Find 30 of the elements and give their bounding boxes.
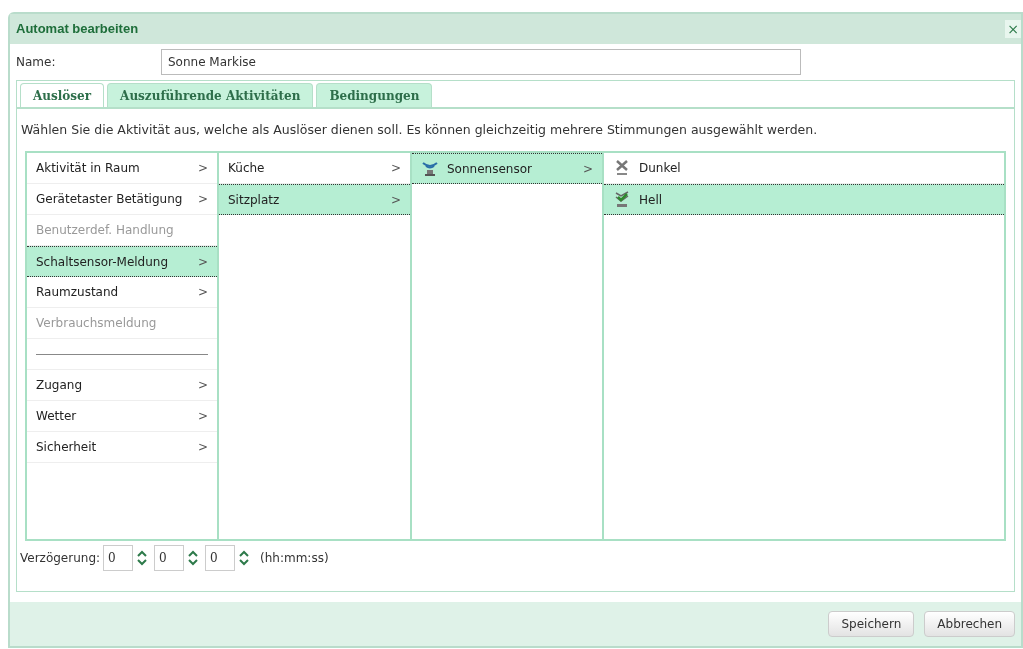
list-item[interactable]: Sitzplatz > [219,184,410,215]
sensor-icon [421,159,439,178]
list-item[interactable]: Sonnensensor > [412,153,602,184]
spinner-arrows-icon[interactable] [135,548,150,568]
instruction-text: Wählen Sie die Aktivität aus, welche als Auslöser dienen soll. Es können gleichzeitig mehrere Stimmungen ausgewählt werden. [21,120,818,139]
list-item[interactable]: Wetter > [27,401,217,432]
tab[interactable]: Auslöser [20,83,105,107]
number-input[interactable]: 0 [103,545,134,571]
list-item[interactable]: Schaltsensor-Meldung > [27,246,217,277]
spinner-arrows-icon[interactable] [237,548,252,568]
name-label: Name: [16,54,57,71]
delay-label: Verzögerung: [20,550,101,567]
name-input[interactable]: Sonne Markise [161,49,801,75]
list-item[interactable]: Raumzustand > [27,277,217,308]
list-item[interactable]: Gerätetaster Betätigung > [27,184,217,215]
window-title: Automat bearbeiten [16,20,139,39]
list-item[interactable]: Aktivität in Raum > [27,153,217,184]
number-input[interactable]: 0 [154,545,185,571]
number-input[interactable]: 0 [205,545,236,571]
tab[interactable]: Auszuführende Aktivitäten [107,83,314,107]
dialog-button[interactable]: Abbrechen [924,611,1015,637]
tab[interactable]: Bedingungen [316,83,433,107]
list-item[interactable]: Sicherheit > [27,432,217,463]
close-button[interactable]: × [1005,20,1021,38]
time-format-text: (hh:mm:ss) [260,550,329,567]
list-item[interactable]: Zugang > [27,370,217,401]
list-item[interactable]: Hell [604,184,1004,215]
spinner-arrows-icon[interactable] [186,548,201,568]
dialog-button[interactable]: Speichern [828,611,915,637]
sensor-check-icon [613,190,631,209]
